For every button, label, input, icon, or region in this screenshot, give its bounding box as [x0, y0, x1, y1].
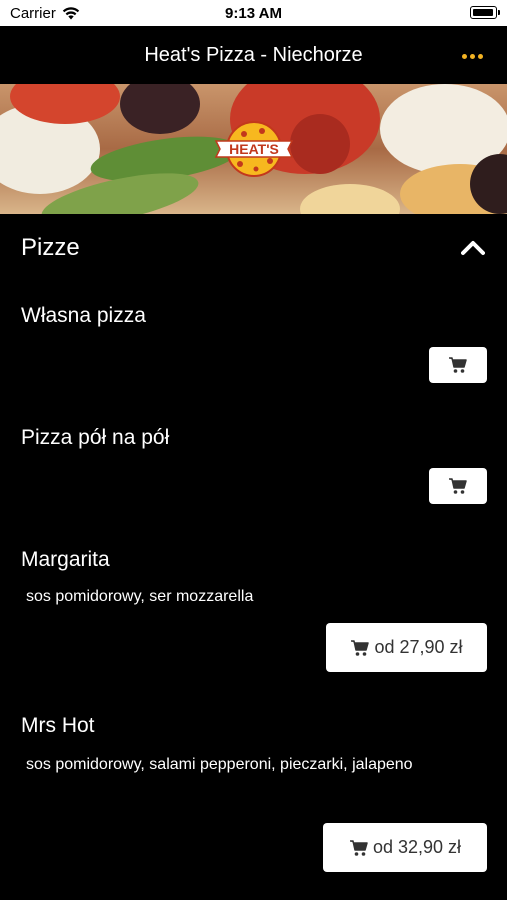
menu-item: Margarita sos pomidorowy, ser mozzarella…: [0, 534, 507, 684]
cart-icon: [449, 357, 467, 373]
item-description: sos pomidorowy, salami pepperoni, piecza…: [26, 756, 413, 773]
page-title: Heat's Pizza - Niechorze: [144, 44, 363, 66]
battery-icon: [470, 6, 500, 19]
add-to-cart-button[interactable]: [429, 347, 487, 383]
add-to-cart-button[interactable]: od 27,90 zł: [326, 623, 487, 672]
menu-item: Mrs Hot sos pomidorowy, salami pepperoni…: [0, 702, 507, 892]
menu-item: Pizza pół na pół: [0, 412, 507, 524]
item-name: Margarita: [21, 548, 110, 571]
add-to-cart-button[interactable]: od 32,90 zł: [323, 823, 487, 872]
menu-item: Własna pizza: [0, 290, 507, 402]
cart-icon: [449, 478, 467, 494]
price-label: od 32,90 zł: [372, 837, 462, 857]
add-to-cart-button[interactable]: [429, 468, 487, 504]
item-name: Pizza pół na pół: [21, 426, 170, 449]
cart-icon: [351, 639, 370, 656]
section-title: Pizze: [21, 234, 80, 261]
item-name: Mrs Hot: [21, 714, 95, 737]
item-name: Własna pizza: [21, 304, 146, 327]
nav-bar: Heat's Pizza - Niechorze: [0, 26, 507, 84]
banner-image: HEAT'S: [0, 84, 507, 214]
status-time: 9:13 AM: [225, 5, 282, 22]
cart-icon: [349, 839, 368, 856]
more-dots-icon[interactable]: [462, 54, 483, 59]
logo-text: HEAT'S: [229, 141, 279, 157]
section-header-pizze[interactable]: Pizze: [0, 214, 507, 280]
price-label: od 27,90 zł: [374, 637, 463, 657]
heats-logo: HEAT'S: [214, 121, 294, 177]
item-description: sos pomidorowy, ser mozzarella: [26, 588, 254, 605]
chevron-up-icon: [461, 241, 485, 255]
status-bar: Carrier 9:13 AM: [0, 0, 507, 26]
